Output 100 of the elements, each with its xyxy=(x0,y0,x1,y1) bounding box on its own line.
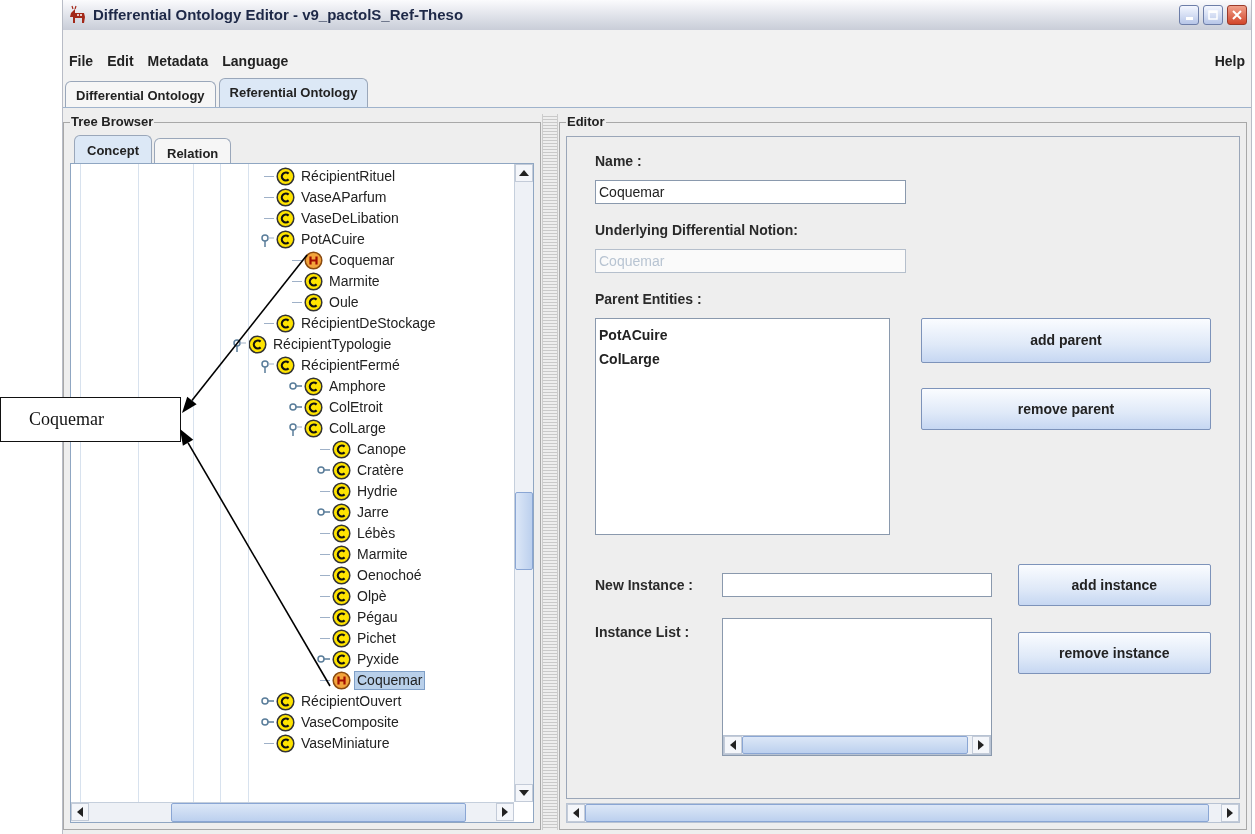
tree-line xyxy=(320,491,330,492)
menu-item[interactable]: Language xyxy=(222,51,289,72)
tree-line xyxy=(264,218,274,219)
list-item[interactable]: ColLarge xyxy=(599,347,660,371)
menu-item[interactable]: Edit xyxy=(107,51,134,72)
concept-icon xyxy=(332,629,351,648)
tree-line xyxy=(320,533,330,534)
menu-item[interactable]: File xyxy=(69,51,94,72)
tree-item[interactable]: VaseDeLibation xyxy=(298,209,402,228)
tree-line xyxy=(292,302,302,303)
tree-line xyxy=(320,449,330,450)
minimize-button[interactable] xyxy=(1179,5,1199,25)
tree-item[interactable]: ColEtroit xyxy=(326,398,386,417)
tree-item[interactable]: Canope xyxy=(354,440,410,459)
tree-item[interactable]: Pichet xyxy=(354,629,399,648)
concept-icon xyxy=(276,734,295,753)
concept-icon xyxy=(276,209,295,228)
tree-item[interactable]: RécipientRituel xyxy=(298,167,399,186)
tree-line xyxy=(320,596,330,597)
tree-item[interactable]: Coquemar xyxy=(354,671,426,690)
concept-icon xyxy=(304,398,323,417)
horizontal-scrollbar[interactable] xyxy=(71,802,514,822)
collapse-handle-icon[interactable] xyxy=(232,337,246,352)
vertical-scrollbar[interactable] xyxy=(514,164,533,802)
tab[interactable]: Concept xyxy=(74,135,152,163)
concept-icon xyxy=(332,545,351,564)
concept-icon xyxy=(332,461,351,480)
tab[interactable]: Referential Ontology xyxy=(218,78,369,107)
collapse-handle-icon[interactable] xyxy=(260,232,274,247)
tree-item[interactable]: VaseComposite xyxy=(298,713,402,732)
name-field[interactable]: Coquemar xyxy=(595,180,906,204)
concept-icon xyxy=(304,293,323,312)
tree-item[interactable]: ColLarge xyxy=(326,419,389,438)
tree-item[interactable]: Pyxide xyxy=(354,650,403,669)
horizontal-scrollbar[interactable] xyxy=(566,803,1240,823)
concept-icon xyxy=(332,566,351,585)
tree-item[interactable]: Olpè xyxy=(354,587,390,606)
field-label: Parent Entities : xyxy=(595,290,703,309)
tree-item[interactable]: Cratère xyxy=(354,461,407,480)
tree-item[interactable]: Hydrie xyxy=(354,482,401,501)
panel-title: Tree Browser xyxy=(70,114,155,130)
tree-line xyxy=(320,680,330,681)
tree-item[interactable]: RécipientFermé xyxy=(298,356,403,375)
concept-icon xyxy=(332,440,351,459)
remove-parent-button[interactable]: remove parent xyxy=(921,388,1211,430)
concept-icon xyxy=(332,650,351,669)
tree-item[interactable]: Coquemar xyxy=(326,251,398,270)
concept-icon xyxy=(304,272,323,291)
menu-item[interactable]: Help xyxy=(1214,51,1245,72)
tree-item[interactable]: Amphore xyxy=(326,377,389,396)
maximize-button[interactable] xyxy=(1203,5,1223,25)
tree-item[interactable]: Marmite xyxy=(354,545,411,564)
menu-item[interactable]: Metadata xyxy=(147,51,209,72)
tree-item[interactable]: Jarre xyxy=(354,503,392,522)
tree-item[interactable]: RécipientDeStockage xyxy=(298,314,439,333)
remove-instance-button[interactable]: remove instance xyxy=(1017,632,1211,674)
concept-icon xyxy=(304,377,323,396)
tree-line xyxy=(264,323,274,324)
field-label: New Instance : xyxy=(595,575,695,595)
collapse-handle-icon[interactable] xyxy=(288,421,302,436)
minimize-icon xyxy=(1185,17,1193,20)
tree-item[interactable]: Marmite xyxy=(326,272,383,291)
concept-icon xyxy=(276,188,295,207)
new-instance-field[interactable] xyxy=(721,573,992,597)
collapse-handle-icon[interactable] xyxy=(260,358,274,373)
tree-item[interactable]: Pégau xyxy=(354,608,401,627)
callout-label: Coquemar xyxy=(0,397,181,442)
tree-line xyxy=(264,176,274,177)
tree-item[interactable]: Oule xyxy=(326,293,362,312)
concept-icon xyxy=(276,713,295,732)
tree-line xyxy=(264,197,274,198)
tree-line xyxy=(264,743,274,744)
field-label: Underlying Differential Notion: xyxy=(595,221,799,240)
tree-line xyxy=(320,554,330,555)
list-item[interactable]: PotACuire xyxy=(599,323,668,347)
close-button[interactable] xyxy=(1227,5,1247,25)
tree-line xyxy=(320,617,330,618)
maximize-icon xyxy=(1208,10,1218,20)
tree-item[interactable]: RécipientTypologie xyxy=(270,335,395,354)
tree-item[interactable]: RécipientOuvert xyxy=(298,692,405,711)
concept-icon xyxy=(276,314,295,333)
concept-icon xyxy=(276,230,295,249)
add-parent-button[interactable]: add parent xyxy=(921,318,1211,363)
tab[interactable]: Differential Ontology xyxy=(65,81,216,107)
splitter-handle[interactable] xyxy=(542,114,558,830)
tree-item[interactable]: VaseMiniature xyxy=(298,734,393,753)
instance-icon xyxy=(332,671,351,690)
add-instance-button[interactable]: add instance xyxy=(1017,564,1211,606)
tab[interactable]: Relation xyxy=(154,138,232,163)
tree-item[interactable]: VaseAParfum xyxy=(298,188,390,207)
concept-icon xyxy=(332,482,351,501)
tree-item[interactable]: Oenochoé xyxy=(354,566,425,585)
tree-item[interactable]: PotACuire xyxy=(298,230,368,249)
tree-line xyxy=(320,575,330,576)
tree-item[interactable]: Lébès xyxy=(354,524,399,543)
concept-icon xyxy=(332,524,351,543)
window-title: Differential Ontology Editor - v9_pactolS_Ref-Theso xyxy=(93,4,465,25)
concept-icon xyxy=(304,419,323,438)
horizontal-scrollbar[interactable] xyxy=(722,735,991,755)
tree-line xyxy=(320,638,330,639)
